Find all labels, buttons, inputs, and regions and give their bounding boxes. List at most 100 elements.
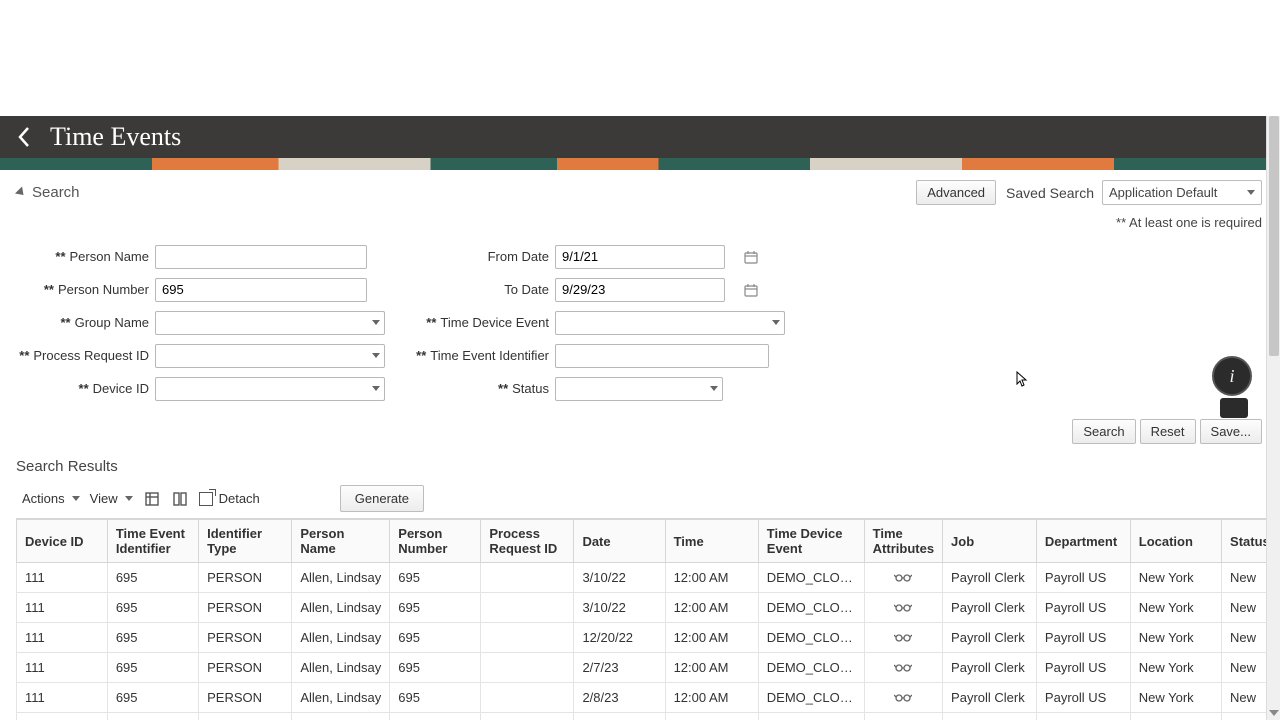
table-cell: 111: [17, 563, 108, 593]
glasses-icon[interactable]: [894, 630, 912, 645]
column-header[interactable]: Person Name: [292, 520, 390, 563]
table-row[interactable]: 111695PERSONAllen, Lindsay6953/10/2212:0…: [17, 593, 1280, 623]
table-cell: New York: [1130, 713, 1221, 720]
table-cell: 12:00 AM: [665, 683, 758, 713]
disclosure-triangle-icon[interactable]: [15, 186, 27, 198]
person-name-label: Person Name: [70, 249, 149, 264]
table-cell: 12:00 AM: [665, 563, 758, 593]
glasses-icon[interactable]: [894, 660, 912, 675]
vertical-scrollbar[interactable]: [1266, 116, 1280, 720]
time-device-event-label: Time Device Event: [440, 315, 549, 330]
calendar-icon[interactable]: [744, 247, 758, 267]
view-menu[interactable]: View: [90, 491, 133, 506]
column-header[interactable]: Department: [1036, 520, 1130, 563]
table-cell: 695: [390, 623, 481, 653]
table-cell: 695: [107, 653, 198, 683]
table-cell: Payroll Clerk: [943, 623, 1037, 653]
person-name-input[interactable]: [155, 245, 367, 269]
table-row[interactable]: 111695PERSONAllen, Lindsay6953/10/2212:0…: [17, 563, 1280, 593]
table-cell: PERSON: [199, 563, 292, 593]
search-button[interactable]: Search: [1072, 419, 1135, 444]
table-cell: Payroll Clerk: [943, 683, 1037, 713]
table-cell: DEMO_CLO…: [758, 563, 864, 593]
table-cell: Allen, Lindsay: [292, 683, 390, 713]
table-cell: Payroll US: [1036, 593, 1130, 623]
advanced-button[interactable]: Advanced: [916, 180, 996, 205]
table-cell: 695: [390, 713, 481, 720]
page-title: Time Events: [50, 122, 181, 152]
column-header[interactable]: Date: [574, 520, 665, 563]
help-handle-icon: [1220, 398, 1248, 418]
to-date-input[interactable]: [556, 280, 744, 299]
required-note: ** At least one is required: [0, 211, 1266, 236]
table-cell: 695: [107, 593, 198, 623]
scrollbar-thumb[interactable]: [1269, 116, 1279, 356]
table-row[interactable]: 111695PERSONAllen, Lindsay69512/20/2212:…: [17, 623, 1280, 653]
column-header[interactable]: Location: [1130, 520, 1221, 563]
table-cell: DEMO_CLO…: [758, 683, 864, 713]
format-icon[interactable]: [143, 490, 161, 508]
table-row[interactable]: 111695PERSONAllen, Lindsay6952/7/2312:00…: [17, 653, 1280, 683]
table-cell: [864, 713, 942, 720]
time-event-identifier-input[interactable]: [555, 344, 769, 368]
status-select[interactable]: [555, 377, 723, 401]
results-table-wrap[interactable]: Device IDTime Event IdentifierIdentifier…: [16, 518, 1280, 720]
results-title: Search Results: [0, 454, 1266, 481]
detach-button[interactable]: Detach: [199, 491, 260, 506]
column-header[interactable]: Process Request ID: [481, 520, 574, 563]
column-header[interactable]: Job: [943, 520, 1037, 563]
table-cell: Payroll US: [1036, 683, 1130, 713]
device-id-label: Device ID: [93, 381, 149, 396]
freeze-icon[interactable]: [171, 490, 189, 508]
generate-button[interactable]: Generate: [340, 485, 424, 512]
glasses-icon[interactable]: [894, 570, 912, 585]
table-cell: 695: [390, 653, 481, 683]
column-header[interactable]: Time: [665, 520, 758, 563]
table-row[interactable]: 111695PERSONAllen, Lindsay6952/8/2312:00…: [17, 683, 1280, 713]
column-header[interactable]: Time Device Event: [758, 520, 864, 563]
table-cell: [864, 623, 942, 653]
reset-button[interactable]: Reset: [1140, 419, 1196, 444]
column-header[interactable]: Identifier Type: [199, 520, 292, 563]
chevron-down-icon: [372, 353, 380, 358]
column-header[interactable]: Time Event Identifier: [107, 520, 198, 563]
table-cell: 111: [17, 713, 108, 720]
time-device-event-select[interactable]: [555, 311, 785, 335]
table-cell: Payroll US: [1036, 653, 1130, 683]
column-header[interactable]: Device ID: [17, 520, 108, 563]
table-cell: 12:00 AM: [665, 713, 758, 720]
info-icon: i: [1212, 356, 1252, 396]
calendar-icon[interactable]: [744, 280, 758, 300]
glasses-icon[interactable]: [894, 690, 912, 705]
actions-menu[interactable]: Actions: [22, 491, 80, 506]
table-cell: Allen, Lindsay: [292, 593, 390, 623]
glasses-icon[interactable]: [894, 600, 912, 615]
results-table: Device IDTime Event IdentifierIdentifier…: [16, 519, 1280, 720]
group-name-select[interactable]: [155, 311, 385, 335]
person-number-input[interactable]: [155, 278, 367, 302]
scroll-down-icon[interactable]: [1269, 708, 1279, 718]
table-cell: 111: [17, 593, 108, 623]
table-cell: [481, 623, 574, 653]
table-cell: PERSON: [199, 683, 292, 713]
from-date-input[interactable]: [556, 247, 744, 266]
blank-top-area: [0, 0, 1280, 116]
process-request-id-select[interactable]: [155, 344, 385, 368]
table-cell: [481, 683, 574, 713]
chevron-down-icon: [72, 496, 80, 501]
device-id-select[interactable]: [155, 377, 385, 401]
status-label: Status: [512, 381, 549, 396]
column-header[interactable]: Time Attributes: [864, 520, 942, 563]
saved-search-select[interactable]: Application Default: [1102, 180, 1262, 205]
process-request-id-label: Process Request ID: [33, 348, 149, 363]
save-button[interactable]: Save...: [1200, 419, 1262, 444]
table-row[interactable]: 111695PERSONAllen, Lindsay6952/9/2312:00…: [17, 713, 1280, 720]
column-header[interactable]: Person Number: [390, 520, 481, 563]
table-cell: [481, 713, 574, 720]
back-chevron-icon[interactable]: [12, 125, 36, 149]
table-cell: DEMO_CLO…: [758, 593, 864, 623]
table-cell: 111: [17, 683, 108, 713]
chevron-down-icon: [1247, 190, 1255, 195]
help-widget[interactable]: i: [1212, 356, 1256, 420]
chevron-down-icon: [372, 386, 380, 391]
